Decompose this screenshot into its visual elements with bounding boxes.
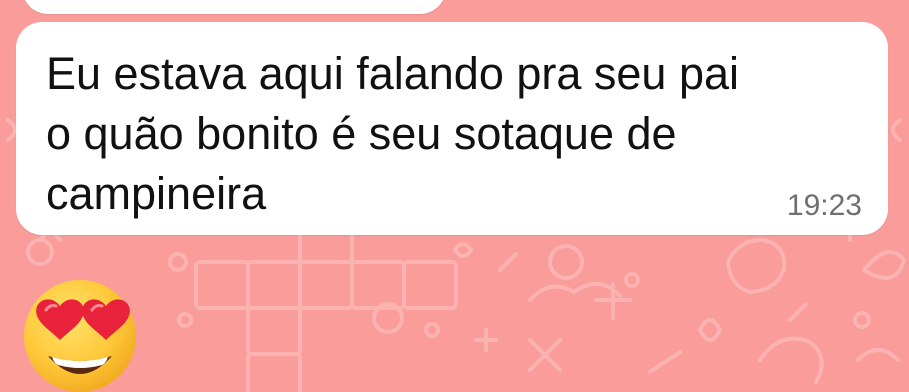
message-bubble[interactable]: Eu estava aqui falando pra seu pai o quã… (16, 22, 888, 235)
previous-message-bubble (22, 0, 446, 14)
message-text: Eu estava aqui falando pra seu pai o quã… (46, 48, 739, 219)
message-timestamp: 19:23 (786, 189, 862, 222)
heart-eyes-emoji-icon[interactable] (20, 272, 140, 392)
